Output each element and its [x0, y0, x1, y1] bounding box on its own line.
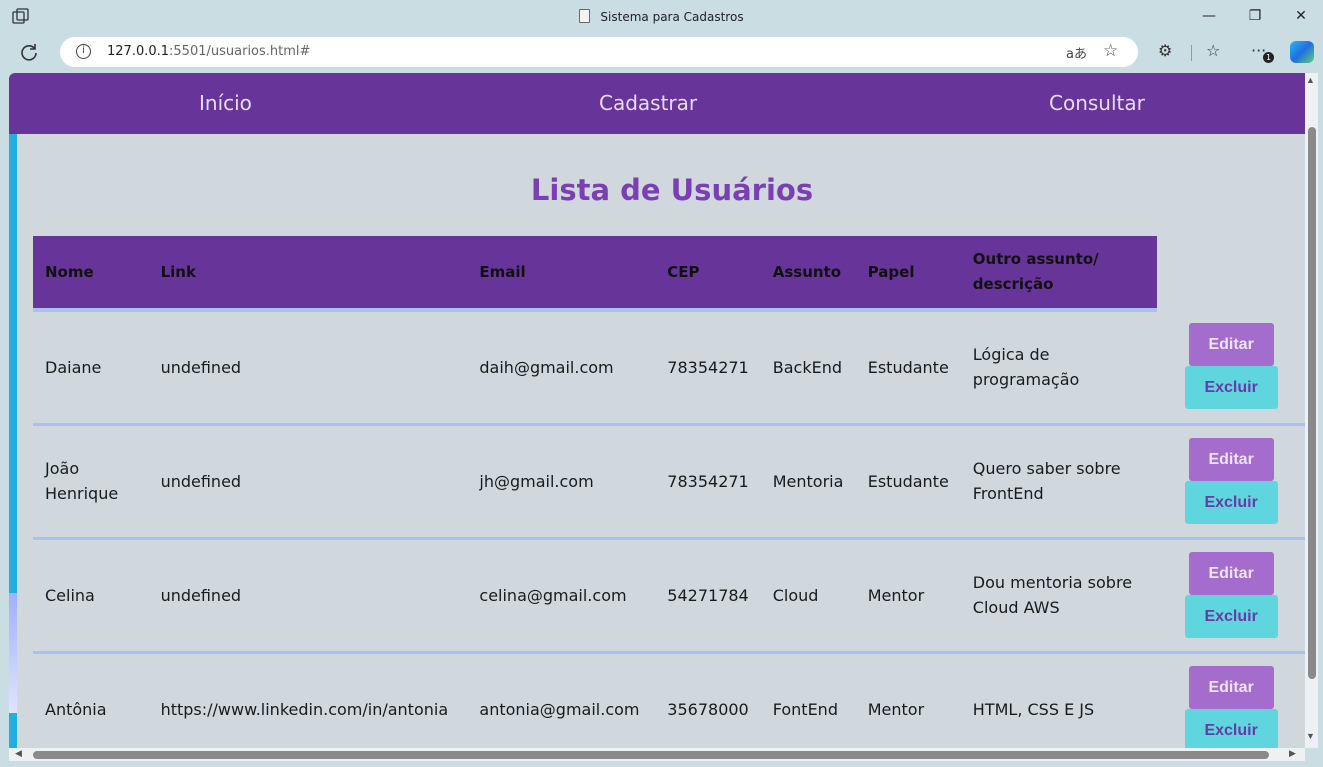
site-info-icon[interactable]: i [76, 44, 91, 59]
table-row: João Henrique undefined jh@gmail.com 783… [33, 424, 1305, 540]
copilot-icon[interactable] [1290, 41, 1314, 63]
cell-actions: Editar Excluir [1157, 652, 1305, 748]
main-nav: Início Cadastrar Consultar [9, 73, 1305, 134]
url-text[interactable]: 127.0.0.1:5501/usuarios.html# [107, 44, 310, 59]
cell-nome: João Henrique [33, 424, 149, 540]
cell-email: antonia@gmail.com [467, 652, 656, 748]
delete-button[interactable]: Excluir [1184, 595, 1278, 638]
cell-actions: Editar Excluir [1157, 310, 1305, 426]
close-button[interactable]: ✕ [1291, 6, 1311, 26]
vertical-scroll-thumb[interactable] [1308, 127, 1316, 679]
cell-actions: Editar Excluir [1157, 538, 1305, 654]
scroll-right-arrow-icon[interactable]: ▶ [1289, 748, 1296, 759]
header-nome: Nome [33, 236, 149, 312]
cell-assunto: FontEnd [760, 652, 856, 748]
cell-cep: 54271784 [655, 538, 761, 654]
cell-descricao: Quero saber sobre FrontEnd [960, 424, 1158, 540]
extensions-icon[interactable]: ⚙ [1158, 41, 1172, 60]
header-assunto: Assunto [760, 236, 856, 312]
edit-button[interactable]: Editar [1188, 438, 1274, 481]
cell-link: undefined [148, 424, 468, 540]
left-decoration [9, 593, 17, 713]
delete-button[interactable]: Excluir [1184, 366, 1278, 410]
header-email: Email [467, 236, 656, 312]
vertical-scrollbar[interactable]: ▲ ▼ [1305, 73, 1318, 748]
cell-cep: 78354271 [655, 310, 761, 426]
toolbar-separator [1191, 45, 1192, 61]
cell-nome: Celina [33, 538, 149, 654]
cell-assunto: Cloud [760, 538, 856, 654]
favorites-icon[interactable]: ☆ [1206, 41, 1220, 60]
horizontal-scrollbar[interactable]: ◀ ▶ [9, 748, 1305, 761]
header-actions [1157, 236, 1305, 310]
favorite-star-icon[interactable]: ☆ [1103, 41, 1118, 61]
delete-button[interactable]: Excluir [1184, 709, 1278, 748]
page-viewport: Início Cadastrar Consultar Lista de Usuá… [9, 73, 1305, 748]
scroll-up-arrow-icon[interactable]: ▲ [1306, 75, 1315, 85]
window-title-text: Sistema para Cadastros [600, 10, 744, 24]
cell-descricao: HTML, CSS E JS [960, 652, 1158, 748]
cell-papel: Estudante [855, 310, 961, 426]
refresh-icon[interactable] [19, 42, 39, 62]
cell-link: https://www.linkedin.com/in/antonia [148, 652, 468, 748]
address-bar[interactable]: i 127.0.0.1:5501/usuarios.html# aあ ☆ [60, 37, 1138, 67]
delete-button[interactable]: Excluir [1184, 481, 1278, 524]
browser-titlebar: Sistema para Cadastros — ❐ ✕ [0, 0, 1323, 33]
header-cep: CEP [655, 236, 761, 312]
table-row: Antônia https://www.linkedin.com/in/anto… [33, 652, 1305, 748]
header-descricao: Outro assunto/ descrição [960, 236, 1158, 312]
page-icon [579, 9, 591, 23]
cell-link: undefined [148, 310, 468, 426]
page-title: Lista de Usuários [530, 173, 814, 207]
nav-consultar-link[interactable]: Consultar [1049, 91, 1145, 115]
minimize-button[interactable]: — [1199, 6, 1219, 26]
users-table: Nome Link Email CEP Assunto Papel Outro … [33, 236, 1305, 748]
cell-papel: Estudante [855, 424, 961, 540]
cell-descricao: Lógica de programação [960, 310, 1158, 426]
cell-cep: 35678000 [655, 652, 761, 748]
cell-email: daih@gmail.com [467, 310, 656, 426]
window-title: Sistema para Cadastros [0, 9, 1323, 24]
browser-toolbar: i 127.0.0.1:5501/usuarios.html# aあ ☆ ⚙ ☆… [0, 33, 1323, 71]
url-path: :5501/usuarios.html# [169, 44, 311, 59]
scroll-left-arrow-icon[interactable]: ◀ [15, 748, 22, 759]
table-row: Daiane undefined daih@gmail.com 78354271… [33, 310, 1305, 426]
cell-actions: Editar Excluir [1157, 424, 1305, 540]
cell-link: undefined [148, 538, 468, 654]
table-header-row: Nome Link Email CEP Assunto Papel Outro … [33, 236, 1305, 312]
cell-nome: Daiane [33, 310, 149, 426]
url-host: 127.0.0.1 [107, 44, 170, 59]
cell-assunto: Mentoria [760, 424, 856, 540]
nav-inicio-link[interactable]: Início [199, 91, 252, 115]
header-link: Link [148, 236, 468, 312]
notification-badge: 1 [1263, 52, 1274, 63]
edit-button[interactable]: Editar [1188, 323, 1274, 367]
cell-descricao: Dou mentoria sobre Cloud AWS [960, 538, 1158, 654]
cell-papel: Mentor [855, 538, 961, 654]
header-papel: Papel [855, 236, 961, 312]
horizontal-scroll-thumb[interactable] [33, 751, 1269, 759]
table-row: Celina undefined celina@gmail.com 542717… [33, 538, 1305, 654]
cell-cep: 78354271 [655, 424, 761, 540]
edit-button[interactable]: Editar [1188, 666, 1274, 709]
cell-papel: Mentor [855, 652, 961, 748]
nav-cadastrar-link[interactable]: Cadastrar [599, 91, 697, 115]
read-aloud-icon[interactable]: aあ [1066, 43, 1087, 62]
cell-nome: Antônia [33, 652, 149, 748]
cell-assunto: BackEnd [760, 310, 856, 426]
cell-email: jh@gmail.com [467, 424, 656, 540]
maximize-button[interactable]: ❐ [1245, 6, 1265, 26]
cell-email: celina@gmail.com [467, 538, 656, 654]
edit-button[interactable]: Editar [1188, 552, 1274, 595]
scroll-down-arrow-icon[interactable]: ▼ [1306, 731, 1315, 741]
